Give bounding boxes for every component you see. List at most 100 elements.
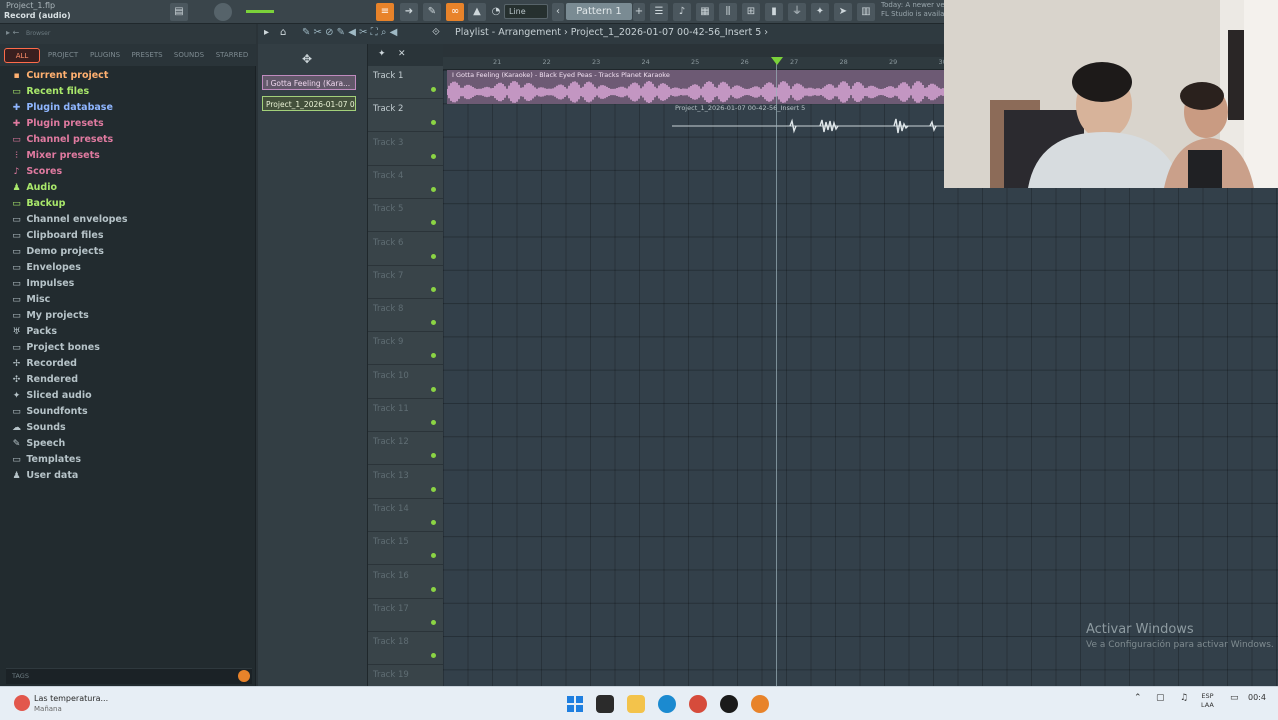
tree-item-impulses[interactable]: ▭ Impulses <box>10 276 250 292</box>
track-header[interactable]: Track 18 <box>368 632 443 666</box>
track-header[interactable]: Track 7 <box>368 266 443 299</box>
weather-widget[interactable]: Las temperatura... Mañana <box>14 692 124 716</box>
close-icon[interactable]: ✕ <box>398 49 406 59</box>
tab-all[interactable]: ALL <box>4 48 40 63</box>
tree-item-rendered[interactable]: ✣ Rendered <box>10 372 250 388</box>
volume-icon[interactable]: ♫ <box>1180 693 1188 703</box>
track-mute-led[interactable] <box>431 586 436 592</box>
track-mute-led[interactable] <box>431 386 436 392</box>
track-header[interactable]: Track 2 <box>368 99 443 133</box>
render-icon[interactable]: ▥ <box>857 3 875 21</box>
obs-icon[interactable] <box>720 695 738 713</box>
tab-sounds[interactable]: SOUNDS <box>170 48 208 63</box>
track-mute-led[interactable] <box>431 353 436 359</box>
tree-item-channel-presets[interactable]: ▭ Channel presets <box>10 132 250 148</box>
mixer-icon[interactable]: ⫼ <box>719 3 737 21</box>
master-pitch-slider[interactable] <box>246 10 274 13</box>
tree-item-backup[interactable]: ▭ Backup <box>10 196 250 212</box>
cpu-icon[interactable]: ▤ <box>170 3 188 21</box>
track-mute-led[interactable] <box>431 320 436 326</box>
track-mute-led[interactable] <box>431 453 436 459</box>
track-header[interactable]: Track 3 <box>368 133 443 166</box>
track-mute-led[interactable] <box>431 619 436 625</box>
track-header[interactable]: Track 1 <box>368 66 443 99</box>
playhead-marker[interactable] <box>771 57 783 65</box>
track-mute-led[interactable] <box>431 220 436 226</box>
tree-item-recorded[interactable]: ✢ Recorded <box>10 356 250 372</box>
tab-plugins[interactable]: PLUGINS <box>86 48 124 63</box>
tree-item-misc[interactable]: ▭ Misc <box>10 292 250 308</box>
playlist-menu-icon[interactable]: ▸ <box>264 27 269 38</box>
track-mute-led[interactable] <box>431 420 436 425</box>
clip-source-karaoke[interactable]: I Gotta Feeling (Kara... <box>262 75 356 90</box>
plugin-picker-icon[interactable]: ⊞ <box>742 3 760 21</box>
tree-item-demo-projects[interactable]: ▭ Demo projects <box>10 244 250 260</box>
next-icon[interactable]: ➜ <box>400 3 418 21</box>
search-icon[interactable] <box>238 670 250 682</box>
track-mute-led[interactable] <box>431 120 436 126</box>
track-header[interactable]: Track 4 <box>368 166 443 199</box>
track-mute-led[interactable] <box>431 286 436 292</box>
tab-starred[interactable]: STARRED <box>212 48 252 63</box>
record-icon[interactable]: ➤ <box>834 3 852 21</box>
track-mute-led[interactable] <box>431 186 436 192</box>
track-mute-led[interactable] <box>431 653 436 659</box>
tree-item-channel-envelopes[interactable]: ▭ Channel envelopes <box>10 212 250 228</box>
track-mute-led[interactable] <box>431 153 436 159</box>
tree-item-templates[interactable]: ▭ Templates <box>10 452 250 468</box>
tree-item-current-project[interactable]: ▪ Current project <box>10 68 250 84</box>
snap-mode-select[interactable]: Line <box>504 4 548 19</box>
browser-menu-icon[interactable]: ▸ ← <box>6 28 19 37</box>
task-view-icon[interactable] <box>596 695 614 713</box>
tree-item-plugin-database[interactable]: ✚ Plugin database <box>10 100 250 116</box>
move-icon[interactable]: ✥ <box>302 52 312 66</box>
tree-item-audio[interactable]: ♟ Audio <box>10 180 250 196</box>
tree-item-sliced-audio[interactable]: ✦ Sliced audio <box>10 388 250 404</box>
track-header[interactable]: Track 15 <box>368 532 443 566</box>
track-header[interactable]: Track 9 <box>368 332 443 366</box>
pattern-tool-icon[interactable]: ⌂ <box>280 27 286 38</box>
track-header[interactable]: Track 13 <box>368 466 443 499</box>
tree-item-packs[interactable]: ♅ Packs <box>10 324 250 340</box>
tree-item-my-projects[interactable]: ▭ My projects <box>10 308 250 324</box>
draw-tool-icon[interactable]: ✎ <box>423 3 441 21</box>
playlist-icon[interactable]: ☰ <box>650 3 668 21</box>
track-mute-led[interactable] <box>431 486 436 492</box>
track-mute-led[interactable] <box>431 87 436 92</box>
tree-item-clipboard-files[interactable]: ▭ Clipboard files <box>10 228 250 244</box>
track-header[interactable]: Track 10 <box>368 366 443 399</box>
tab-project[interactable]: PROJECT <box>44 48 82 63</box>
track-header[interactable]: Track 14 <box>368 499 443 532</box>
edge-icon[interactable] <box>658 695 676 713</box>
track-mute-led[interactable] <box>431 519 436 525</box>
track-header[interactable]: Track 6 <box>368 233 443 266</box>
tree-item-speech[interactable]: ✎ Speech <box>10 436 250 452</box>
snap-icon[interactable]: ≡ <box>376 3 394 21</box>
audio-clip-karaoke[interactable]: I Gotta Feeling (Karaoke) - Black Eyed P… <box>447 70 944 104</box>
tempo-tap-icon[interactable]: ✦ <box>811 3 829 21</box>
clip-source-recording[interactable]: Project_1_2026-01-07 0... <box>262 96 356 111</box>
fl-studio-icon[interactable] <box>751 695 769 713</box>
track-header[interactable]: Track 12 <box>368 432 443 466</box>
file-explorer-icon[interactable] <box>627 695 645 713</box>
tree-item-scores[interactable]: ♪ Scores <box>10 164 250 180</box>
stamp-icon[interactable]: ▲ <box>468 3 486 21</box>
tree-item-project-bones[interactable]: ▭ Project bones <box>10 340 250 356</box>
piano-roll-icon[interactable]: ♪ <box>673 3 691 21</box>
chrome-icon[interactable] <box>689 695 707 713</box>
start-icon[interactable] <box>566 695 584 713</box>
network-icon[interactable]: ▢ <box>1156 693 1165 703</box>
tree-item-recent-files[interactable]: ▭ Recent files <box>10 84 250 100</box>
language-indicator[interactable]: ESP LAA <box>1201 692 1214 710</box>
track-header[interactable]: Track 17 <box>368 599 443 632</box>
clock[interactable]: 00:4 <box>1248 693 1266 702</box>
arrangement-icon[interactable]: ⟐ <box>432 27 440 38</box>
pattern-selector[interactable]: Pattern 1 <box>566 3 632 20</box>
track-mute-led[interactable] <box>431 553 436 559</box>
tree-item-mixer-presets[interactable]: ⫶ Mixer presets <box>10 148 250 164</box>
tree-item-plugin-presets[interactable]: ✚ Plugin presets <box>10 116 250 132</box>
tray-chevron-icon[interactable]: ⌃ <box>1134 693 1142 703</box>
audio-clip-recording[interactable]: Project_1_2026-01-07 00-42-56_Insert 5 <box>672 103 944 137</box>
magnet-icon[interactable]: ◔ <box>490 3 502 21</box>
add-pattern-icon[interactable]: + <box>633 3 645 21</box>
